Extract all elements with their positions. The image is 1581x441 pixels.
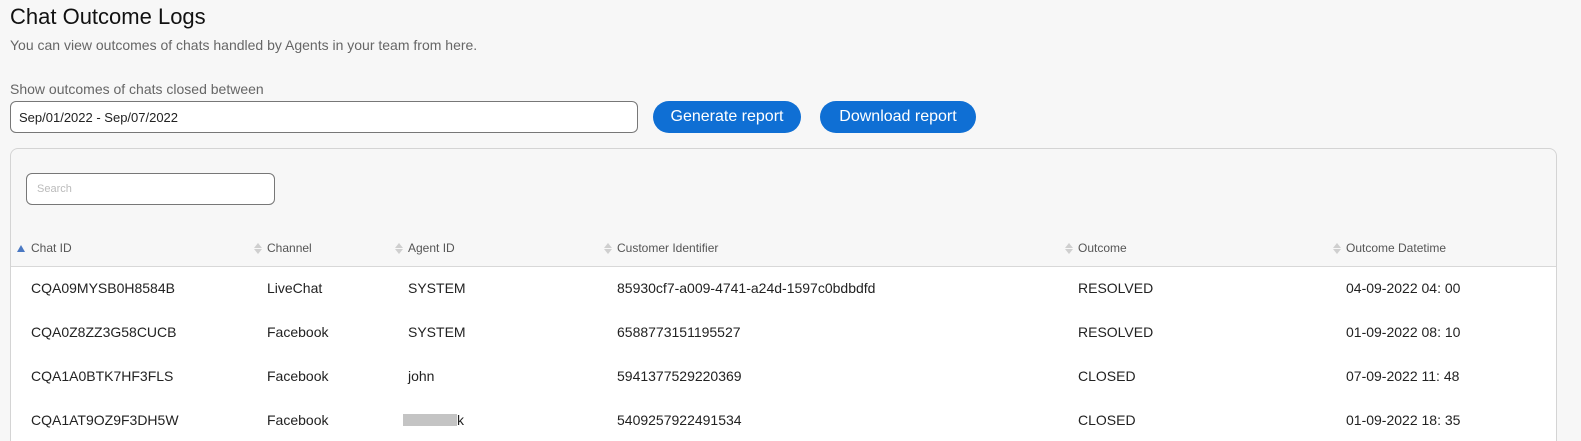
table-row[interactable]: CQA1AT9OZ9F3DH5W Facebook k 540925792249… <box>11 399 1556 441</box>
outcome-cell: CLOSED <box>1078 412 1136 428</box>
column-header-label: Customer Identifier <box>617 241 719 255</box>
outcome-cell: RESOLVED <box>1078 324 1154 340</box>
column-header-label: Outcome <box>1078 241 1127 255</box>
column-header-label: Outcome Datetime <box>1346 241 1447 255</box>
table-body: CQA09MYSB0H8584B LiveChat SYSTEM 85930cf… <box>11 267 1556 441</box>
column-header-label: Channel <box>267 241 312 255</box>
customer-identifier-cell: 6588773151195527 <box>617 324 741 340</box>
column-header-agent-id[interactable]: Agent ID <box>394 241 455 255</box>
page-title: Chat Outcome Logs <box>10 4 206 29</box>
table-row[interactable]: CQA0Z8ZZ3G58CUCB Facebook SYSTEM 6588773… <box>11 311 1556 355</box>
sort-icon <box>1332 242 1342 254</box>
customer-identifier-cell: 5941377529220369 <box>617 368 742 384</box>
agent-id-cell: k <box>403 412 464 428</box>
date-range-label: Show outcomes of chats closed between <box>10 81 264 97</box>
column-header-outcome[interactable]: Outcome <box>1064 241 1127 255</box>
chat-id-cell: CQA09MYSB0H8584B <box>31 280 175 296</box>
column-header-label: Chat ID <box>31 241 72 255</box>
outcome-datetime-cell: 04-09-2022 04: 00 <box>1346 280 1461 296</box>
outcome-cell: RESOLVED <box>1078 280 1154 296</box>
chat-id-cell: CQA1AT9OZ9F3DH5W <box>31 412 179 428</box>
sort-icon <box>603 242 613 254</box>
generate-report-button[interactable]: Generate report <box>653 101 801 133</box>
table-row[interactable]: CQA1A0BTK7HF3FLS Facebook john 594137752… <box>11 355 1556 399</box>
search-input[interactable] <box>26 173 275 205</box>
chat-id-cell: CQA0Z8ZZ3G58CUCB <box>31 324 177 340</box>
redacted-block <box>403 414 457 426</box>
agent-id-cell: john <box>408 368 435 384</box>
channel-cell: Facebook <box>267 412 329 428</box>
outcome-table-panel: Chat ID Channel Agent ID Customer Identi… <box>10 148 1557 441</box>
chat-id-cell: CQA1A0BTK7HF3FLS <box>31 368 174 384</box>
outcome-datetime-cell: 01-09-2022 18: 35 <box>1346 412 1461 428</box>
outcome-datetime-cell: 07-09-2022 11: 48 <box>1346 368 1460 384</box>
sort-icon <box>394 242 404 254</box>
channel-cell: LiveChat <box>267 280 323 296</box>
agent-id-cell: SYSTEM <box>408 280 466 296</box>
column-header-customer-identifier[interactable]: Customer Identifier <box>603 241 718 255</box>
customer-identifier-cell: 5409257922491534 <box>617 412 742 428</box>
date-range-input[interactable] <box>10 101 638 133</box>
column-header-channel[interactable]: Channel <box>253 241 312 255</box>
channel-cell: Facebook <box>267 324 329 340</box>
column-header-outcome-datetime[interactable]: Outcome Datetime <box>1332 241 1446 255</box>
column-header-label: Agent ID <box>408 241 455 255</box>
page-subtitle: You can view outcomes of chats handled b… <box>10 37 478 53</box>
customer-identifier-cell: 85930cf7-a009-4741-a24d-1597c0bdbdfd <box>617 280 876 296</box>
agent-id-cell: SYSTEM <box>408 324 466 340</box>
agent-id-visible-part: k <box>457 412 464 428</box>
sort-ascending-icon <box>17 244 25 252</box>
sort-icon <box>1064 242 1074 254</box>
sort-icon <box>253 242 263 254</box>
channel-cell: Facebook <box>267 368 329 384</box>
table-row[interactable]: CQA09MYSB0H8584B LiveChat SYSTEM 85930cf… <box>11 267 1556 311</box>
column-header-chat-id[interactable]: Chat ID <box>17 241 72 255</box>
table-header: Chat ID Channel Agent ID Customer Identi… <box>11 233 1556 267</box>
outcome-cell: CLOSED <box>1078 368 1136 384</box>
outcome-datetime-cell: 01-09-2022 08: 10 <box>1346 324 1461 340</box>
download-report-button[interactable]: Download report <box>820 101 976 133</box>
